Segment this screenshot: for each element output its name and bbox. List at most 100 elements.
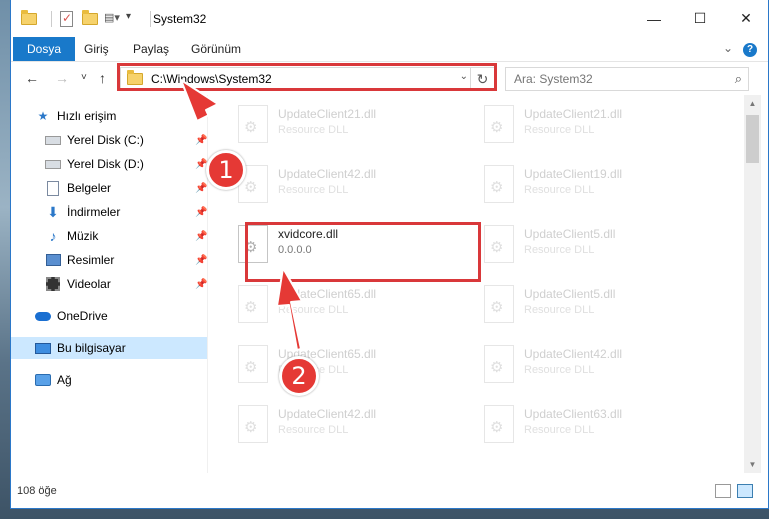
status-bar: 108 öğe — [11, 481, 768, 503]
properties-icon[interactable] — [60, 11, 76, 27]
list-item[interactable]: UpdateClient21.dll Resource DLL — [480, 101, 710, 157]
file-description: Resource DLL — [524, 304, 595, 316]
scrollbar-thumb[interactable] — [746, 115, 759, 163]
sidebar-item-onedrive[interactable]: OneDrive — [11, 305, 207, 327]
list-item[interactable]: UpdateClient42.dll Resource DLL — [234, 401, 464, 457]
download-icon: ⬇ — [47, 203, 59, 220]
scroll-down-icon[interactable]: ▼ — [744, 456, 761, 473]
sidebar-item-label: OneDrive — [57, 309, 108, 323]
forward-button[interactable]: → — [55, 70, 69, 86]
pin-icon[interactable]: 📌 — [195, 231, 207, 242]
scroll-up-icon[interactable]: ▲ — [744, 95, 761, 112]
customize-toolbar-icon[interactable]: ▤▾ — [104, 11, 120, 27]
explorer-window: ▤▾ ▾ System32 — ☐ ✕ Dosya Giriş Paylaş G… — [10, 0, 769, 509]
sidebar-item-local-disk-c[interactable]: Yerel Disk (C:) 📌 — [11, 129, 207, 151]
file-name: UpdateClient5.dll — [524, 227, 616, 241]
list-item[interactable]: UpdateClient19.dll Resource DLL — [480, 161, 710, 217]
sidebar-item-quick-access[interactable]: ★ Hızlı erişim — [11, 105, 207, 127]
back-button[interactable]: ← — [25, 70, 39, 86]
file-description: Resource DLL — [524, 124, 595, 136]
divider — [150, 11, 151, 27]
pin-icon[interactable]: 📌 — [195, 207, 207, 218]
address-highlight-box — [117, 63, 497, 91]
sidebar-item-label: Ağ — [57, 373, 72, 387]
file-description: Resource DLL — [524, 424, 595, 436]
list-item[interactable]: UpdateClient5.dll Resource DLL — [480, 221, 710, 277]
file-description: Resource DLL — [524, 364, 595, 376]
list-item[interactable]: UpdateClient42.dll Resource DLL — [234, 161, 464, 217]
window-title: System32 — [153, 12, 207, 26]
dll-file-icon — [484, 165, 514, 203]
dll-file-icon — [238, 345, 268, 383]
file-description: Resource DLL — [278, 124, 349, 136]
sidebar-item-label: Hızlı erişim — [57, 109, 117, 123]
sidebar-item-music[interactable]: ♪ Müzik 📌 — [11, 225, 208, 247]
details-view-icon[interactable] — [715, 484, 731, 498]
pictures-icon — [45, 252, 61, 268]
list-item[interactable]: UpdateClient65.dllResource DLL — [234, 341, 464, 397]
sidebar-item-documents[interactable]: Belgeler 📌 — [11, 177, 207, 199]
sidebar-item-downloads[interactable]: ⬇ İndirmeler 📌 — [11, 201, 207, 223]
file-name: UpdateClient21.dll — [278, 107, 377, 121]
network-icon — [35, 372, 51, 388]
highlight-box — [245, 222, 481, 282]
divider — [51, 11, 52, 27]
computer-icon — [35, 340, 51, 356]
file-description: Resource DLL — [278, 184, 349, 196]
new-folder-icon[interactable] — [82, 10, 98, 27]
tab-home[interactable]: Giriş — [84, 37, 109, 61]
pin-icon[interactable]: 📌 — [195, 135, 207, 146]
file-description: Resource DLL — [278, 424, 349, 436]
pin-icon[interactable]: 📌 — [195, 183, 207, 194]
file-description: Resource DLL — [278, 304, 349, 316]
vertical-scrollbar[interactable]: ▲ ▼ — [744, 95, 761, 473]
documents-icon — [45, 180, 61, 196]
cloud-icon — [35, 308, 51, 324]
list-item[interactable]: UpdateClient63.dll Resource DLL — [480, 401, 710, 457]
sidebar-item-label: Bu bilgisayar — [57, 341, 126, 355]
dll-file-icon — [484, 405, 514, 443]
item-count: 108 öğe — [17, 485, 57, 497]
file-description: Resource DLL — [524, 244, 595, 256]
search-input[interactable] — [514, 72, 714, 86]
sidebar-item-local-disk-d[interactable]: Yerel Disk (D:) 📌 — [11, 153, 207, 175]
search-box[interactable]: ⌕ — [505, 67, 749, 91]
help-button[interactable]: ? — [743, 41, 757, 57]
step-badge-1: 1 — [206, 150, 246, 190]
minimize-button[interactable]: — — [631, 0, 677, 37]
maximize-button[interactable]: ☐ — [677, 0, 723, 37]
up-button[interactable]: ↑ — [99, 70, 106, 86]
sidebar-item-network[interactable]: Ağ — [11, 369, 207, 391]
dll-file-icon — [238, 285, 268, 323]
list-item[interactable]: UpdateClient65.dllResource DLL — [234, 281, 464, 337]
tiles-view-icon[interactable] — [737, 484, 753, 498]
sidebar-item-this-pc[interactable]: Bu bilgisayar — [11, 337, 207, 359]
close-button[interactable]: ✕ — [723, 0, 769, 37]
chevron-down-icon[interactable]: ▾ — [126, 11, 136, 27]
file-name: UpdateClient42.dll — [278, 407, 377, 421]
chevron-down-icon[interactable]: ⌄ — [723, 41, 733, 55]
navigation-pane: ★ Hızlı erişim Yerel Disk (C:) 📌 Yerel D… — [11, 95, 207, 473]
sidebar-item-label: Yerel Disk (C:) — [67, 133, 144, 147]
dll-file-icon — [238, 105, 268, 143]
list-item[interactable]: UpdateClient21.dll Resource DLL — [234, 101, 464, 157]
pin-icon[interactable]: 📌 — [195, 255, 207, 266]
dll-file-icon — [484, 285, 514, 323]
ribbon-tabs: Dosya Giriş Paylaş Görünüm ⌄ ? — [11, 37, 768, 61]
file-name: UpdateClient21.dll — [524, 107, 623, 121]
music-icon: ♪ — [49, 228, 57, 244]
list-item[interactable]: UpdateClient42.dll Resource DLL — [480, 341, 710, 397]
dll-file-icon — [484, 345, 514, 383]
pin-icon[interactable]: 📌 — [195, 279, 207, 290]
recent-locations-button[interactable]: ˅ — [81, 72, 87, 83]
sidebar-item-videos[interactable]: Videolar 📌 — [11, 273, 207, 295]
tab-file[interactable]: Dosya — [13, 37, 76, 61]
tab-view[interactable]: Görünüm — [191, 37, 241, 61]
tab-share[interactable]: Paylaş — [133, 37, 169, 61]
sidebar-item-label: Yerel Disk (D:) — [67, 157, 144, 171]
file-name: UpdateClient5.dll — [524, 287, 616, 301]
drive-icon — [45, 156, 61, 172]
search-icon[interactable]: ⌕ — [735, 71, 742, 87]
sidebar-item-pictures[interactable]: Resimler 📌 — [11, 249, 207, 271]
list-item[interactable]: UpdateClient5.dll Resource DLL — [480, 281, 710, 337]
